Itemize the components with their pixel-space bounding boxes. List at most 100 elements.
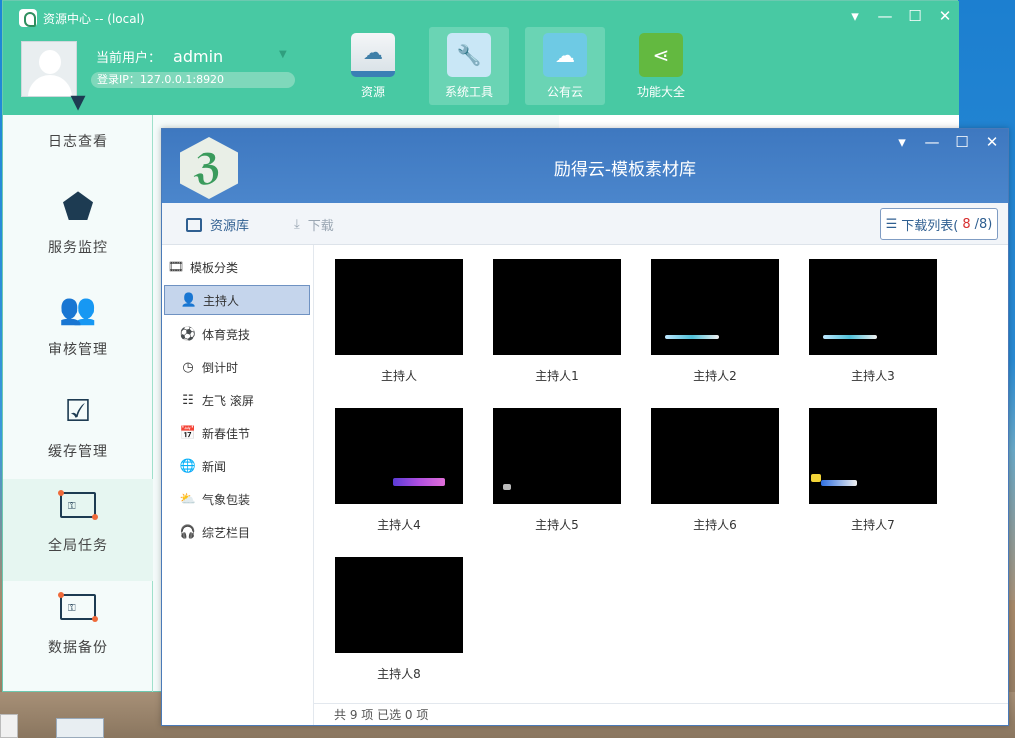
template-tile[interactable]: 主持人5 — [493, 408, 623, 538]
minimize-button[interactable]: — — [877, 7, 893, 25]
template-thumbnail[interactable] — [335, 259, 463, 355]
template-label: 主持人7 — [851, 518, 895, 532]
template-library-dialog: ℨ 励得云-模板素材库 ▾ — ☐ ✕ 资源库 ⤓ 下载 ☰ 下载列表(8/8)… — [161, 128, 1009, 726]
template-thumbnail[interactable] — [335, 557, 463, 653]
current-user-label: 当前用户： — [96, 51, 162, 66]
current-user: 当前用户： admin — [96, 47, 223, 66]
category-label: 气象包装 — [202, 492, 251, 507]
film-icon: 🎞 — [167, 260, 185, 275]
category-panel: 🎞 模板分类 👤 主持人 ⚽ 体育竞技 ◷ 倒计时 ☷ 左飞 滚屏 📅 新春佳节… — [162, 245, 314, 725]
app-title-bar: 资源中心 -- (local) — [19, 9, 145, 27]
template-thumbnail[interactable] — [493, 408, 621, 504]
template-thumbnail[interactable] — [809, 408, 937, 504]
template-label: 主持人 — [380, 369, 417, 383]
category-label: 左飞 滚屏 — [202, 393, 254, 408]
dialog-title: 励得云-模板素材库 — [553, 160, 697, 180]
top-nav: ☁ 资源 🔧 系统工具 ☁ 公有云 ⋖ 功能大全 — [333, 27, 701, 105]
category-item-countdown[interactable]: ◷ 倒计时 — [164, 352, 310, 382]
sidebar-item-global-tasks[interactable]: ⚿ 全局任务 — [3, 479, 153, 581]
clock-icon: ◷ — [182, 359, 194, 375]
minimize-button[interactable]: — — [924, 133, 940, 151]
library-icon — [186, 217, 202, 232]
app-title: 资源中心 -- (local) — [43, 11, 145, 26]
calendar-icon: 📅 — [179, 425, 197, 441]
category-item-host[interactable]: 👤 主持人 — [164, 285, 310, 315]
template-grid: 主持人 主持人1 主持人2 主持人3 主持人4 主持人5 主持人6 主持人7 主… — [314, 245, 1008, 703]
cloud-drive-icon: ☁ — [351, 33, 395, 77]
sidebar-item-service-monitor[interactable]: ⬟ 服务监控 — [3, 181, 153, 283]
current-user-name: admin — [173, 47, 224, 66]
sidebar-item-logs[interactable]: ▾ 日志查看 — [3, 75, 153, 177]
people-icon: 👥 — [59, 291, 97, 327]
share-icon: ⋖ — [639, 33, 683, 77]
sidebar-item-label: 缓存管理 — [48, 444, 108, 460]
category-label: 体育竞技 — [202, 327, 251, 342]
template-tile[interactable]: 主持人1 — [493, 259, 623, 389]
desktop-thumbnail[interactable] — [56, 718, 104, 738]
sidebar-item-label: 全局任务 — [48, 538, 108, 554]
sidebar-item-cache[interactable]: ☑ 缓存管理 — [3, 385, 153, 487]
template-tile[interactable]: 主持人8 — [335, 557, 465, 687]
nav-label: 资源 — [360, 85, 385, 99]
library-label: 资源库 — [210, 219, 250, 234]
nav-resources[interactable]: ☁ 资源 — [333, 27, 413, 105]
template-label: 主持人2 — [693, 369, 737, 383]
sidebar-item-label: 日志查看 — [48, 134, 108, 150]
weather-icon: ⛅ — [179, 491, 197, 507]
download-button[interactable]: ⤓ 下载 — [294, 215, 334, 234]
nav-system-tools[interactable]: 🔧 系统工具 — [429, 27, 509, 105]
category-item-scroll[interactable]: ☷ 左飞 滚屏 — [164, 385, 310, 415]
category-label: 新春佳节 — [202, 426, 251, 441]
template-thumbnail[interactable] — [651, 259, 779, 355]
close-button[interactable]: ✕ — [937, 7, 953, 25]
template-tile[interactable]: 主持人7 — [809, 408, 939, 538]
dialog-toolbar: 资源库 ⤓ 下载 ☰ 下载列表(8/8) — [162, 203, 1008, 245]
template-thumbnail[interactable] — [335, 408, 463, 504]
soccer-icon: ⚽ — [179, 326, 197, 342]
sidebar-item-review[interactable]: 👥 审核管理 — [3, 283, 153, 385]
menu-dropdown-icon[interactable]: ▾ — [894, 133, 910, 151]
checklist-icon: ☑ — [64, 393, 92, 429]
template-tile[interactable]: 主持人3 — [809, 259, 939, 389]
status-bar: 共 9 项 已选 0 项 — [314, 703, 1008, 725]
nav-label: 系统工具 — [444, 85, 493, 99]
category-item-weather[interactable]: ⛅ 气象包装 — [164, 484, 310, 514]
template-label: 主持人4 — [377, 518, 421, 532]
nav-label: 功能大全 — [636, 85, 685, 99]
template-tile[interactable]: 主持人 — [335, 259, 465, 389]
template-thumbnail[interactable] — [493, 259, 621, 355]
template-label: 主持人5 — [535, 518, 579, 532]
template-thumbnail[interactable] — [809, 259, 937, 355]
download-icon: ⤓ — [294, 217, 300, 232]
library-button[interactable]: 资源库 — [186, 215, 249, 234]
window-controls: ▾ — ☐ ✕ — [847, 7, 953, 25]
template-tile[interactable]: 主持人6 — [651, 408, 781, 538]
template-tile[interactable]: 主持人4 — [335, 408, 465, 538]
user-dropdown-icon[interactable]: ▼ — [279, 49, 287, 60]
desktop-thumbnail[interactable] — [0, 714, 18, 738]
globe-icon: 🌐 — [179, 458, 197, 474]
template-label: 主持人6 — [693, 518, 737, 532]
category-item-news[interactable]: 🌐 新闻 — [164, 451, 310, 481]
sidebar-item-label: 审核管理 — [48, 342, 108, 358]
list-icon: ☰ — [885, 216, 898, 232]
header-strip — [559, 115, 959, 129]
template-thumbnail[interactable] — [651, 408, 779, 504]
template-tile[interactable]: 主持人2 — [651, 259, 781, 389]
headphones-icon: 🎧 — [179, 524, 197, 540]
location-pin-icon: ⬟ — [62, 186, 94, 228]
category-item-sports[interactable]: ⚽ 体育竞技 — [164, 319, 310, 349]
maximize-button[interactable]: ☐ — [907, 7, 923, 25]
sidebar-item-label: 服务监控 — [48, 240, 108, 256]
category-item-festival[interactable]: 📅 新春佳节 — [164, 418, 310, 448]
sidebar-item-backup[interactable]: ⚿ 数据备份 — [3, 581, 153, 683]
nav-all-functions[interactable]: ⋖ 功能大全 — [621, 27, 701, 105]
maximize-button[interactable]: ☐ — [954, 133, 970, 151]
category-header[interactable]: 🎞 模板分类 — [168, 259, 238, 276]
nav-public-cloud[interactable]: ☁ 公有云 — [525, 27, 605, 105]
download-list-button[interactable]: ☰ 下载列表(8/8) — [880, 208, 998, 240]
person-icon: 👤 — [180, 292, 198, 308]
category-item-variety[interactable]: 🎧 综艺栏目 — [164, 517, 310, 547]
close-button[interactable]: ✕ — [984, 133, 1000, 151]
menu-dropdown-icon[interactable]: ▾ — [847, 7, 863, 25]
